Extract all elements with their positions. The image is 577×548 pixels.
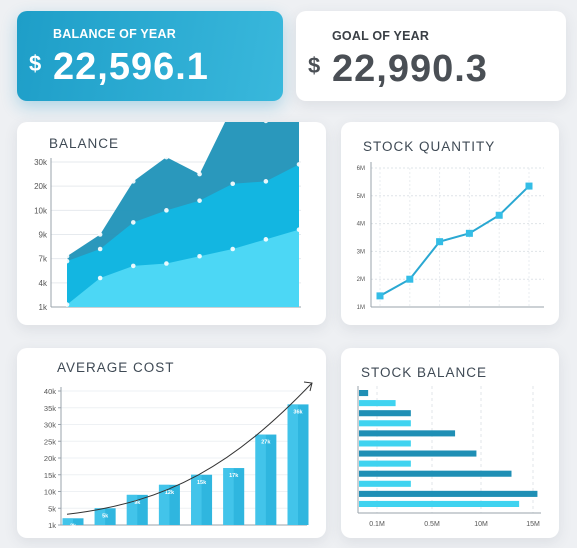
average-cost-chart: 1k5k10k15k20k25k30k35k40k2k5k9k12k15k17k… bbox=[44, 381, 313, 530]
x-tick-label: 0.1M bbox=[369, 521, 385, 528]
y-tick-label: 2M bbox=[357, 277, 365, 283]
y-tick-label: 1k bbox=[39, 303, 48, 312]
average-cost-card: AVERAGE COST 1k 5k 10k 15k 20k 25k 30k 35k 40k 2k… bbox=[17, 348, 326, 538]
balance-data-point bbox=[97, 232, 103, 237]
stock-quantity-point bbox=[495, 211, 503, 219]
balance-data-point bbox=[97, 275, 103, 281]
y-tick-label: 30k bbox=[34, 158, 48, 167]
y-tick-label: 35k bbox=[44, 404, 56, 413]
stock-balance-bar bbox=[359, 430, 456, 437]
y-tick-label: 30k bbox=[44, 421, 56, 430]
stock-quantity-point bbox=[465, 229, 473, 237]
balance-data-point bbox=[64, 258, 70, 264]
stock-balance-bar bbox=[359, 400, 396, 407]
stock-balance-bar bbox=[359, 470, 512, 477]
balance-data-point bbox=[296, 227, 302, 232]
y-tick-label: 4k bbox=[39, 279, 48, 288]
average-cost-bar-label: 12k bbox=[165, 490, 175, 496]
balance-data-point bbox=[197, 198, 202, 203]
y-tick-label: 1M bbox=[357, 305, 365, 311]
stock-balance-bar bbox=[359, 410, 411, 417]
goal-of-year-currency: $ bbox=[308, 53, 321, 78]
y-tick-label: 25k bbox=[44, 437, 56, 446]
balance-data-point bbox=[197, 253, 202, 259]
y-tick-label: 10k bbox=[44, 488, 56, 497]
balance-chart: 1k 4k 7k 9k 10k 20k 30k bbox=[34, 122, 302, 312]
y-tick-label: 20k bbox=[34, 182, 48, 191]
y-tick-label: 5k bbox=[48, 504, 56, 513]
balance-data-point bbox=[64, 302, 70, 307]
average-cost-bar-label: 5k bbox=[102, 513, 109, 519]
y-tick-label: 7k bbox=[39, 255, 48, 264]
balance-of-year-card: BALANCE OF YEAR $ 22,596.1 bbox=[17, 11, 283, 101]
goal-of-year-card: GOAL OF YEAR $ 22,990.3 bbox=[296, 11, 566, 101]
balance-data-point bbox=[130, 179, 136, 184]
stock-quantity-chart: 1M 2M 3M 4M 5M 6M bbox=[357, 162, 544, 311]
balance-of-year-currency: $ bbox=[29, 51, 42, 76]
stock-balance-bar bbox=[359, 480, 411, 487]
goal-of-year-title: GOAL OF YEAR bbox=[332, 29, 430, 43]
stock-balance-bar bbox=[359, 420, 411, 427]
goal-of-year-value: 22,990.3 bbox=[332, 48, 488, 90]
y-tick-label: 6M bbox=[357, 166, 365, 172]
balance-chart-card: BALANCE 1k 4k 7k 9k 10k 20k 30k bbox=[17, 122, 326, 325]
average-cost-bar-highlight bbox=[287, 404, 298, 525]
balance-data-point bbox=[296, 162, 302, 167]
stock-balance-bar bbox=[359, 490, 538, 497]
balance-data-point bbox=[97, 246, 103, 252]
y-tick-label: 4M bbox=[357, 222, 365, 228]
balance-data-point bbox=[263, 179, 269, 184]
balance-data-point bbox=[263, 237, 269, 242]
stock-quantity-point bbox=[525, 182, 533, 190]
stock-balance-bar bbox=[359, 460, 411, 467]
stock-quantity-line bbox=[379, 185, 530, 297]
balance-of-year-title: BALANCE OF YEAR bbox=[53, 27, 176, 41]
balance-data-point bbox=[197, 171, 202, 177]
balance-data-point bbox=[164, 154, 169, 160]
balance-data-point bbox=[230, 246, 236, 252]
y-tick-label: 15k bbox=[44, 471, 56, 480]
stock-balance-bar bbox=[359, 390, 369, 397]
y-tick-label: 10k bbox=[34, 206, 48, 215]
y-tick-label: 5M bbox=[357, 194, 365, 200]
x-tick-label: 10M bbox=[474, 521, 488, 528]
balance-data-point bbox=[130, 220, 136, 225]
stock-balance-bar bbox=[359, 450, 477, 457]
y-tick-label: 3M bbox=[357, 249, 365, 255]
balance-data-point bbox=[164, 261, 169, 266]
x-tick-label: 15M bbox=[526, 521, 540, 528]
average-cost-bar-label: 15k bbox=[197, 480, 207, 486]
average-cost-bar-highlight bbox=[255, 434, 266, 525]
stock-quantity-point bbox=[406, 275, 414, 283]
y-tick-label: 1k bbox=[48, 521, 56, 530]
balance-data-point bbox=[130, 263, 136, 269]
stock-balance-card: STOCK BALANCE 0.1M 0.5M 10M 15M bbox=[341, 348, 559, 538]
y-tick-label: 40k bbox=[44, 387, 56, 396]
stock-balance-chart: 0.1M 0.5M 10M 15M bbox=[357, 386, 541, 528]
x-tick-label: 0.5M bbox=[424, 521, 440, 528]
stock-quantity-point bbox=[436, 238, 444, 246]
y-tick-label: 9k bbox=[39, 231, 48, 240]
average-cost-bar-label: 36k bbox=[293, 409, 303, 415]
stock-quantity-card: STOCK QUANTITY 1M 2M 3M 4M 5M 6M bbox=[341, 122, 559, 325]
y-tick-label: 20k bbox=[44, 454, 56, 463]
stock-quantity-point bbox=[376, 292, 384, 300]
stock-balance-bar bbox=[359, 500, 520, 507]
stock-balance-bar bbox=[359, 440, 411, 447]
balance-of-year-value: 22,596.1 bbox=[53, 46, 209, 88]
average-cost-bar-label: 17k bbox=[229, 473, 239, 479]
balance-data-point bbox=[164, 208, 169, 213]
balance-data-point bbox=[64, 253, 70, 259]
average-cost-bar-label: 27k bbox=[261, 440, 271, 446]
balance-data-point bbox=[230, 181, 236, 187]
average-cost-bar-label: 2k bbox=[70, 523, 77, 529]
